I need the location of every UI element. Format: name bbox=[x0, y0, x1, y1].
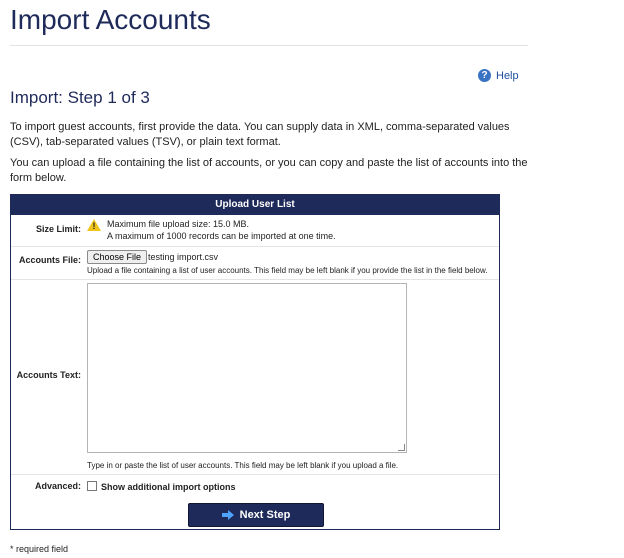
accounts-file-row: Accounts File: Choose File testing impor… bbox=[11, 247, 499, 280]
advanced-row: Advanced: Show additional import options bbox=[11, 475, 499, 497]
required-note-text: required field bbox=[16, 544, 69, 554]
page-title: Import Accounts bbox=[10, 4, 211, 35]
page: Import Accounts ? Help Import: Step 1 of… bbox=[0, 0, 624, 558]
accounts-file-hint: Upload a file containing a list of user … bbox=[87, 266, 488, 275]
step-title: Import: Step 1 of 3 bbox=[10, 88, 150, 107]
form-header: Upload User List bbox=[11, 195, 499, 215]
help-link[interactable]: ? Help bbox=[478, 69, 519, 82]
resize-grip-icon[interactable] bbox=[398, 444, 405, 451]
accounts-file-label: Accounts File: bbox=[18, 255, 81, 265]
size-limit-records: A maximum of 1000 records can be importe… bbox=[107, 231, 336, 241]
show-advanced-options-label[interactable]: Show additional import options bbox=[101, 482, 236, 492]
help-label: Help bbox=[496, 69, 519, 82]
accounts-text-hint: Type in or paste the list of user accoun… bbox=[87, 461, 399, 470]
required-field-note: * required field bbox=[10, 544, 68, 554]
intro-paragraph-upload: You can upload a file containing the lis… bbox=[10, 157, 528, 184]
size-limit-row: Size Limit: ! Maximum file upload size: … bbox=[11, 215, 499, 247]
selected-file-name: testing import.csv bbox=[148, 252, 219, 262]
accounts-text-label: Accounts Text: bbox=[16, 370, 81, 380]
accounts-text-row: Accounts Text: Type in or paste the list… bbox=[11, 280, 499, 475]
accounts-text-input[interactable] bbox=[87, 283, 407, 453]
required-asterisk: * bbox=[10, 544, 14, 554]
next-step-button[interactable]: Next Step bbox=[188, 503, 324, 527]
show-advanced-options-checkbox[interactable] bbox=[87, 481, 97, 491]
title-divider bbox=[10, 45, 528, 46]
intro-paragraph-formats: To import guest accounts, first provide … bbox=[10, 121, 510, 148]
upload-user-list-form: Upload User List Size Limit: ! Maximum f… bbox=[10, 194, 500, 530]
next-step-label: Next Step bbox=[239, 509, 291, 521]
warning-icon-mark: ! bbox=[92, 221, 96, 231]
size-limit-label: Size Limit: bbox=[35, 224, 81, 234]
arrow-right-icon bbox=[221, 510, 234, 520]
help-icon: ? bbox=[478, 69, 491, 82]
advanced-label: Advanced: bbox=[34, 481, 81, 491]
size-limit-max: Maximum file upload size: 15.0 MB. bbox=[107, 219, 250, 229]
choose-file-button[interactable]: Choose File bbox=[87, 250, 148, 264]
